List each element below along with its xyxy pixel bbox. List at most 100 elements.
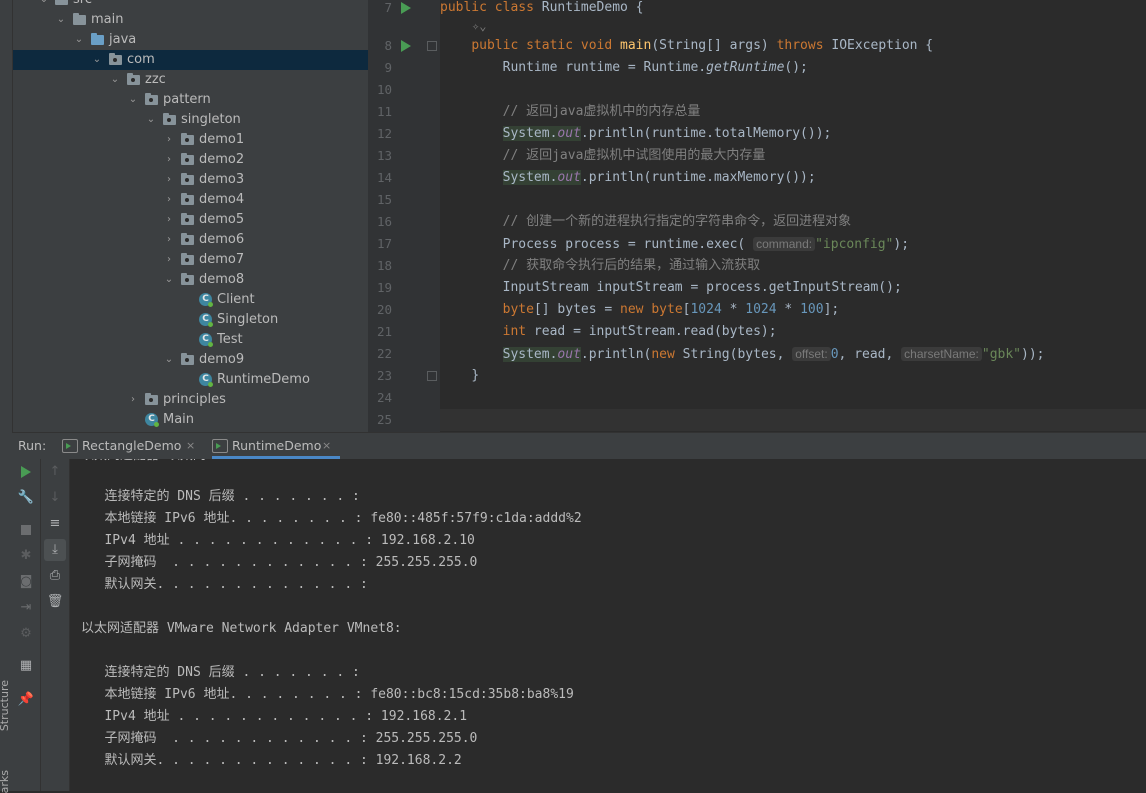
implementations-hint-icon[interactable]: ✧⌄ xyxy=(440,19,486,33)
layout-button[interactable]: ▦ xyxy=(15,655,37,677)
tree-item-client[interactable]: C Client xyxy=(13,290,368,310)
chevron-right-icon[interactable]: › xyxy=(163,230,175,250)
run-gutter-icon[interactable] xyxy=(401,40,411,52)
chevron-down-icon[interactable]: ⌄ xyxy=(38,0,50,10)
scroll-end-icon: ⤓ xyxy=(52,542,58,557)
scroll-up-button[interactable]: ↑ xyxy=(44,461,66,483)
close-icon[interactable]: × xyxy=(186,433,195,459)
tree-item-java[interactable]: ⌄ java xyxy=(13,30,368,50)
bug-icon: ✱ xyxy=(20,548,32,563)
structure-tab[interactable]: Structure xyxy=(0,680,11,731)
line-number: 17 xyxy=(376,236,392,251)
chevron-right-icon[interactable]: › xyxy=(127,390,139,410)
chevron-down-icon[interactable]: ⌄ xyxy=(55,10,67,30)
chevron-down-icon[interactable]: ⌄ xyxy=(163,270,175,290)
chevron-down-icon[interactable]: ⌄ xyxy=(91,50,103,70)
arrow-up-icon: ↑ xyxy=(49,464,61,479)
tree-item-demo7[interactable]: › demo7 xyxy=(13,250,368,270)
fold-icon[interactable] xyxy=(427,371,437,381)
package-icon xyxy=(180,270,196,290)
code-line-8: public static void main(String[] args) t… xyxy=(471,38,934,53)
console-line: 默认网关. . . . . . . . . . . . . : xyxy=(81,577,368,592)
tree-item-com[interactable]: ⌄ com xyxy=(13,50,368,70)
scroll-down-button[interactable]: ↓ xyxy=(44,487,66,509)
chevron-down-icon[interactable]: ⌄ xyxy=(163,350,175,370)
debug-button[interactable]: ✱ xyxy=(15,545,37,567)
tree-item-runtimedemo[interactable]: C RuntimeDemo xyxy=(13,370,368,390)
chevron-down-icon[interactable]: ⌄ xyxy=(109,70,121,90)
settings-button[interactable]: ⚙ xyxy=(15,623,37,645)
close-icon[interactable]: × xyxy=(322,433,331,459)
tree-item-src[interactable]: ⌄ src xyxy=(13,0,368,10)
tree-item-demo3[interactable]: › demo3 xyxy=(13,170,368,190)
tree-item-demo8[interactable]: ⌄ demo8 xyxy=(13,270,368,290)
tree-item-demo1[interactable]: › demo1 xyxy=(13,130,368,150)
tree-item-main[interactable]: ⌄ main xyxy=(13,10,368,30)
chevron-right-icon[interactable]: › xyxy=(163,250,175,270)
code-line-25 xyxy=(440,409,1146,431)
bookmarks-tab[interactable]: arks xyxy=(0,770,11,793)
package-icon xyxy=(180,350,196,370)
run-gutter-icon[interactable] xyxy=(401,2,411,14)
tree-item-main-class[interactable]: C Main xyxy=(13,410,368,430)
stop-button[interactable] xyxy=(15,519,37,541)
code-line-17: Process process = runtime.exec( command:… xyxy=(502,237,910,252)
tab-runtimedemo[interactable]: RuntimeDemo × xyxy=(212,433,340,459)
scroll-to-end-button[interactable]: ⤓ xyxy=(44,539,66,561)
code-line-9: Runtime runtime = Runtime.getRuntime(); xyxy=(502,60,808,75)
dump-threads-button[interactable]: ◙ xyxy=(15,571,37,593)
chevron-right-icon[interactable]: › xyxy=(163,170,175,190)
code-line-23: } xyxy=(471,368,480,383)
console-line: IPv4 地址 . . . . . . . . . . . . : 192.16… xyxy=(81,533,475,548)
soft-wrap-button[interactable]: ≡ xyxy=(44,513,66,535)
console-line: 连接特定的 DNS 后缀 . . . . . . . : xyxy=(81,489,360,504)
clear-all-button[interactable]: 🗑 xyxy=(44,591,66,613)
print-button[interactable]: ⎙ xyxy=(44,565,66,587)
tree-item-demo4[interactable]: › demo4 xyxy=(13,190,368,210)
code-line-20: byte[] bytes = new byte[1024 * 1024 * 10… xyxy=(502,302,840,317)
tree-item-singleton-class[interactable]: C Singleton xyxy=(13,310,368,330)
code-editor[interactable]: public class RuntimeDemo { ✧⌄ public sta… xyxy=(440,0,1146,432)
package-icon xyxy=(180,190,196,210)
rerun-button[interactable] xyxy=(15,461,37,483)
run-config-icon xyxy=(62,439,78,453)
camera-icon: ◙ xyxy=(19,574,33,589)
console-output[interactable]: 以太网适配器 以太网 2: 连接特定的 DNS 后缀 . . . . . . .… xyxy=(70,459,1146,791)
line-number: 25 xyxy=(376,412,392,427)
gear-icon: ⚙ xyxy=(20,626,32,641)
tree-item-test[interactable]: C Test xyxy=(13,330,368,350)
chevron-down-icon[interactable]: ⌄ xyxy=(127,90,139,110)
java-class-icon: C xyxy=(198,330,214,350)
console-line: 以太网适配器 VMware Network Adapter VMnet8: xyxy=(81,621,402,636)
tree-item-demo9[interactable]: ⌄ demo9 xyxy=(13,350,368,370)
chevron-right-icon[interactable]: › xyxy=(163,130,175,150)
line-number: 10 xyxy=(376,82,392,97)
tree-item-singleton[interactable]: ⌄ singleton xyxy=(13,110,368,130)
run-toolbar: 🔧 ✱ ◙ ⇥ ⚙ ▦ 📌 xyxy=(12,459,41,791)
tree-item-demo2[interactable]: › demo2 xyxy=(13,150,368,170)
pin-tab-button[interactable]: 📌 xyxy=(15,689,37,711)
code-line-22: System.out.println(new String(bytes, off… xyxy=(502,347,1045,362)
chevron-right-icon[interactable]: › xyxy=(163,190,175,210)
exit-button[interactable]: ⇥ xyxy=(15,597,37,619)
tree-item-pattern[interactable]: ⌄ pattern xyxy=(13,90,368,110)
tree-item-principles[interactable]: › principles xyxy=(13,390,368,410)
modify-run-config-button[interactable]: 🔧 xyxy=(15,487,37,509)
tab-rectangledemo[interactable]: RectangleDemo × xyxy=(62,433,202,459)
package-icon xyxy=(180,230,196,250)
fold-icon[interactable] xyxy=(427,41,437,51)
tree-item-zzc[interactable]: ⌄ zzc xyxy=(13,70,368,90)
package-icon xyxy=(180,170,196,190)
chevron-down-icon[interactable]: ⌄ xyxy=(145,110,157,130)
tree-item-demo5[interactable]: › demo5 xyxy=(13,210,368,230)
chevron-down-icon[interactable]: ⌄ xyxy=(73,30,85,50)
code-line-21: int read = inputStream.read(bytes); xyxy=(502,324,777,339)
tree-item-demo6[interactable]: › demo6 xyxy=(13,230,368,250)
console-line: 默认网关. . . . . . . . . . . . . : 192.168.… xyxy=(81,753,462,768)
chevron-right-icon[interactable]: › xyxy=(163,150,175,170)
console-line: 以太网适配器 以太网 2: xyxy=(81,459,229,467)
param-hint: charsetName: xyxy=(901,347,982,361)
chevron-right-icon[interactable]: › xyxy=(163,210,175,230)
soft-wrap-icon: ≡ xyxy=(49,516,61,531)
line-number: 8 xyxy=(384,38,392,53)
